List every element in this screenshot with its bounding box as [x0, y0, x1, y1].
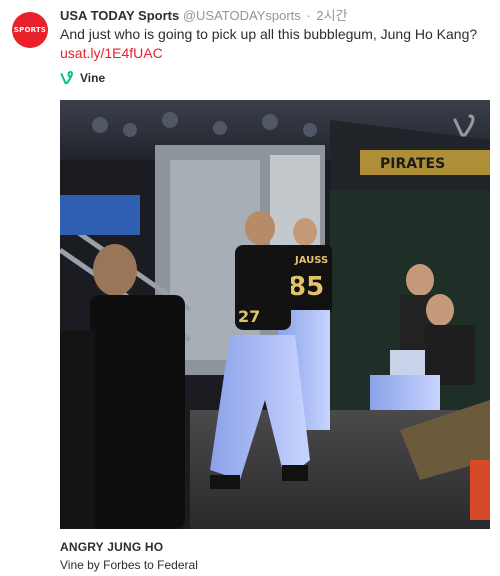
header-separator: ·: [306, 8, 311, 23]
provider-name: Vine: [80, 71, 106, 85]
jersey-name-85: JAUSS: [294, 255, 328, 266]
avatar[interactable]: SPORTS: [12, 12, 48, 48]
video-frame: PIRATES JAUSS 85 27: [60, 100, 490, 529]
card-title[interactable]: ANGRY JUNG HO: [60, 540, 163, 554]
tweet-text: And just who is going to pick up all thi…: [60, 26, 478, 42]
dugout-sign: PIRATES: [380, 156, 445, 172]
display-name[interactable]: USA TODAY Sports: [60, 8, 179, 23]
tweet-timestamp[interactable]: 2시간: [316, 8, 347, 23]
tweet-header: USA TODAY Sports @USATODAYsports · 2시간: [60, 8, 490, 24]
jersey-number-85: 85: [288, 272, 324, 302]
card-provider[interactable]: Vine: [60, 71, 105, 85]
card-byline: Vine by Forbes to Federal: [60, 558, 198, 572]
jersey-number-27: 27: [238, 307, 260, 326]
user-handle[interactable]: @USATODAYsports: [183, 8, 301, 23]
video-player[interactable]: PIRATES JAUSS 85 27: [60, 100, 490, 529]
tweet-link[interactable]: usat.ly/1E4fUAC: [60, 44, 163, 63]
vine-icon: [60, 71, 73, 84]
avatar-label: SPORTS: [13, 26, 47, 34]
